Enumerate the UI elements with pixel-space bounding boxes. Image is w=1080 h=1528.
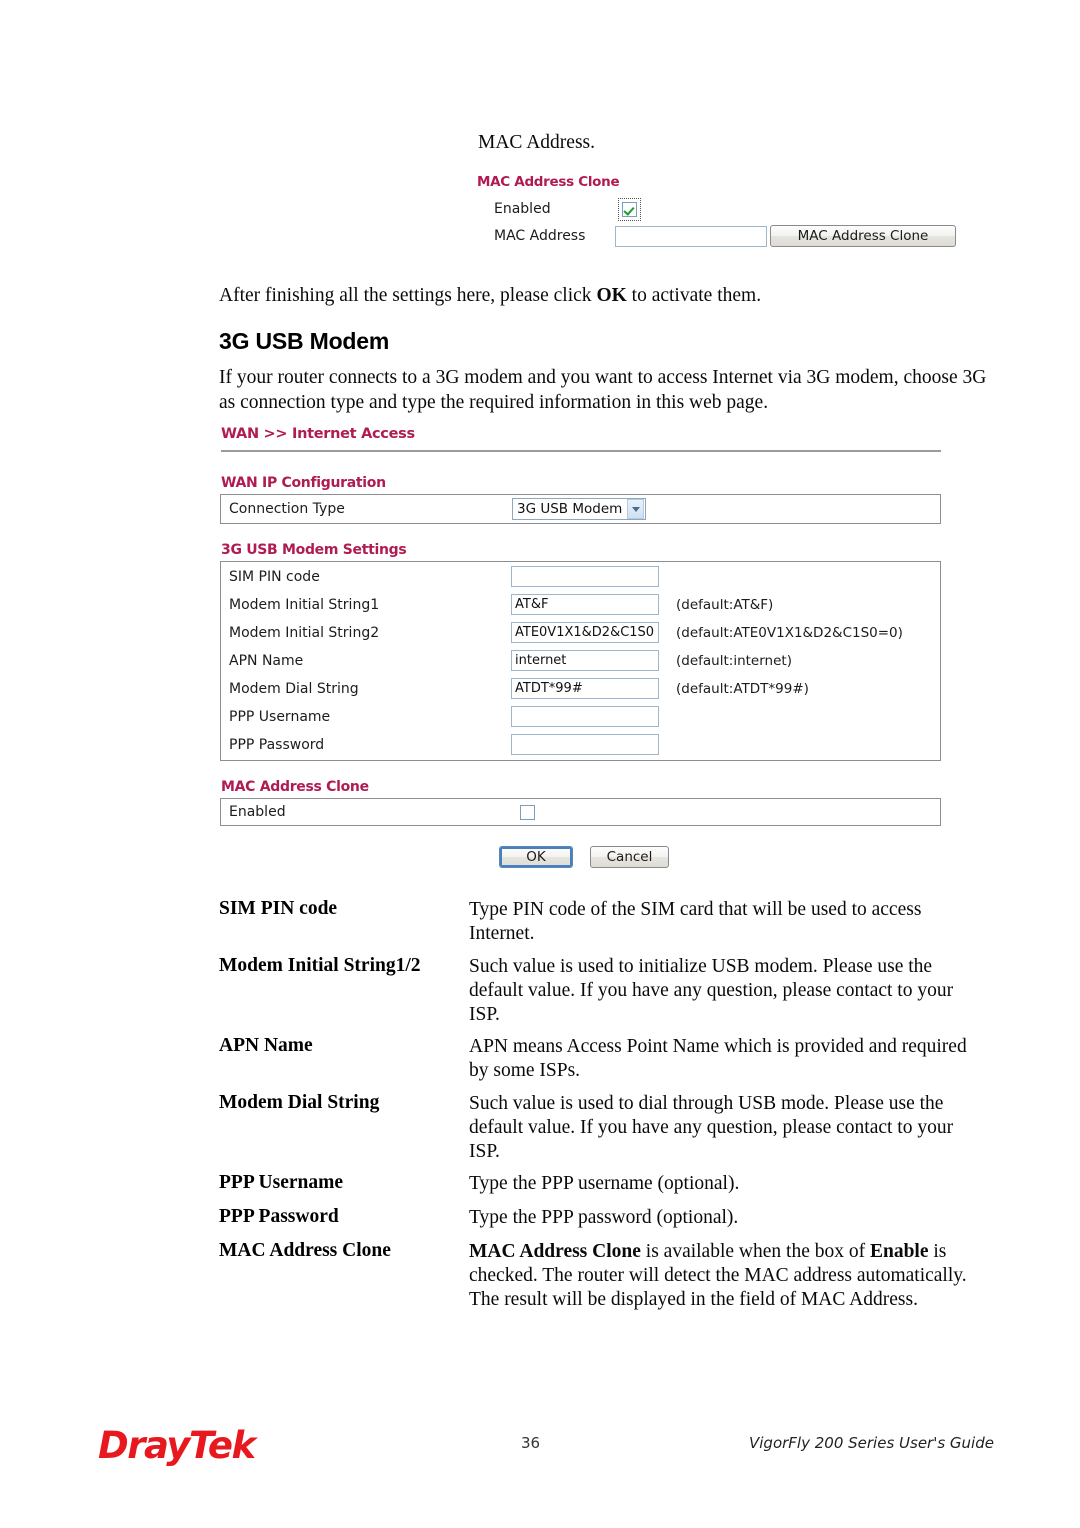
modem-dial-string-label: Modem Dial String bbox=[229, 681, 359, 697]
modem-initial-string2-label: Modem Initial String2 bbox=[229, 625, 380, 641]
continuation-text: MAC Address. bbox=[478, 132, 596, 153]
mac-clone-enabled-checkbox[interactable] bbox=[520, 805, 535, 820]
connection-type-value: 3G USB Modem bbox=[517, 501, 623, 517]
document-page: MAC Address. MAC Address Clone Enabled M… bbox=[0, 0, 1080, 1528]
ppp-username-input[interactable] bbox=[511, 706, 659, 727]
sim-pin-code-label: SIM PIN code bbox=[229, 569, 320, 585]
draytek-logo: DrayTek bbox=[98, 1424, 256, 1467]
top-enabled-checkbox[interactable] bbox=[622, 202, 637, 217]
modem-dial-string-note: (default:ATDT*99#) bbox=[676, 681, 809, 697]
after-settings-after: to activate them. bbox=[626, 285, 762, 306]
ppp-username-label: PPP Username bbox=[229, 709, 331, 725]
desc-term-mac-address-clone: MAC Address Clone bbox=[219, 1240, 391, 1261]
modem-initial-string1-note: (default:AT&F) bbox=[676, 597, 774, 613]
desc-term-apn-name: APN Name bbox=[219, 1035, 313, 1056]
ppp-password-input[interactable] bbox=[511, 734, 659, 755]
ppp-password-label: PPP Password bbox=[229, 737, 325, 753]
mac-clone-bold-1: MAC Address Clone bbox=[469, 1241, 641, 1262]
mac-clone-text-1: is available when the box of bbox=[640, 1241, 870, 1262]
top-enabled-label: Enabled bbox=[494, 201, 551, 217]
mac-clone-bold-2: Enable bbox=[869, 1241, 929, 1262]
mac-clone-section-title: MAC Address Clone bbox=[221, 779, 369, 795]
apn-name-label: APN Name bbox=[229, 653, 304, 669]
intro-paragraph: If your router connects to a 3G modem an… bbox=[219, 367, 987, 413]
wan-ip-config-panel: Connection Type 3G USB Modem bbox=[220, 494, 941, 524]
desc-def-modem-dial-string: Such value is used to dial through USB m… bbox=[469, 1093, 954, 1162]
desc-term-ppp-username: PPP Username bbox=[219, 1172, 344, 1193]
apn-name-input[interactable]: internet bbox=[511, 650, 659, 671]
ok-button[interactable]: OK bbox=[499, 846, 573, 868]
top-mac-address-clone-button[interactable]: MAC Address Clone bbox=[770, 225, 956, 247]
top-mac-address-label: MAC Address bbox=[494, 228, 586, 244]
page-section-heading: 3G USB Modem bbox=[219, 328, 390, 354]
wan-ip-config-title: WAN IP Configuration bbox=[221, 475, 386, 491]
connection-type-select[interactable]: 3G USB Modem bbox=[512, 498, 647, 520]
mac-clone-panel: Enabled bbox=[220, 798, 941, 826]
modem-initial-string1-label: Modem Initial String1 bbox=[229, 597, 380, 613]
desc-term-sim-pin-code: SIM PIN code bbox=[219, 898, 338, 919]
modem-settings-title: 3G USB Modem Settings bbox=[221, 542, 407, 558]
desc-term-ppp-password: PPP Password bbox=[219, 1206, 339, 1227]
after-settings-paragraph: After finishing all the settings here, p… bbox=[219, 283, 999, 308]
after-settings-before: After finishing all the settings here, p… bbox=[219, 285, 597, 306]
modem-initial-string2-input[interactable]: ATE0V1X1&D2&C1S0 bbox=[511, 622, 659, 643]
cancel-button[interactable]: Cancel bbox=[590, 846, 669, 868]
sim-pin-code-input[interactable] bbox=[511, 566, 659, 587]
breadcrumb-divider bbox=[221, 450, 941, 452]
page-number: 36 bbox=[521, 1434, 541, 1452]
chevron-down-icon[interactable] bbox=[627, 499, 645, 519]
desc-def-ppp-username: Type the PPP username (optional). bbox=[469, 1173, 740, 1194]
desc-def-apn-name: APN means Access Point Name which is pro… bbox=[469, 1036, 967, 1081]
guide-title: VigorFly 200 Series User's Guide bbox=[749, 1434, 994, 1452]
desc-def-mac-address-clone: MAC Address Clone is available when the … bbox=[469, 1240, 969, 1312]
desc-term-modem-dial-string: Modem Dial String bbox=[219, 1092, 380, 1113]
after-settings-ok: OK bbox=[596, 285, 627, 306]
desc-def-modem-initial-string: Such value is used to initialize USB mod… bbox=[469, 956, 954, 1025]
modem-dial-string-input[interactable]: ATDT*99# bbox=[511, 678, 659, 699]
modem-settings-panel: SIM PIN code Modem Initial String1 AT&F … bbox=[220, 561, 941, 761]
mac-clone-enabled-label: Enabled bbox=[229, 804, 286, 820]
desc-def-sim-pin-code: Type PIN code of the SIM card that will … bbox=[469, 899, 922, 944]
modem-initial-string2-note: (default:ATE0V1X1&D2&C1S0=0) bbox=[676, 625, 903, 641]
top-section-title: MAC Address Clone bbox=[477, 174, 620, 190]
desc-def-ppp-password: Type the PPP password (optional). bbox=[469, 1207, 739, 1228]
modem-initial-string1-input[interactable]: AT&F bbox=[511, 594, 659, 615]
apn-name-note: (default:internet) bbox=[676, 653, 792, 669]
desc-term-modem-initial-string: Modem Initial String1/2 bbox=[219, 955, 421, 976]
top-enabled-checkbox-focus-ring bbox=[618, 198, 641, 221]
top-mac-address-input[interactable] bbox=[615, 226, 767, 247]
connection-type-label: Connection Type bbox=[229, 501, 345, 517]
breadcrumb: WAN >> Internet Access bbox=[221, 426, 415, 442]
